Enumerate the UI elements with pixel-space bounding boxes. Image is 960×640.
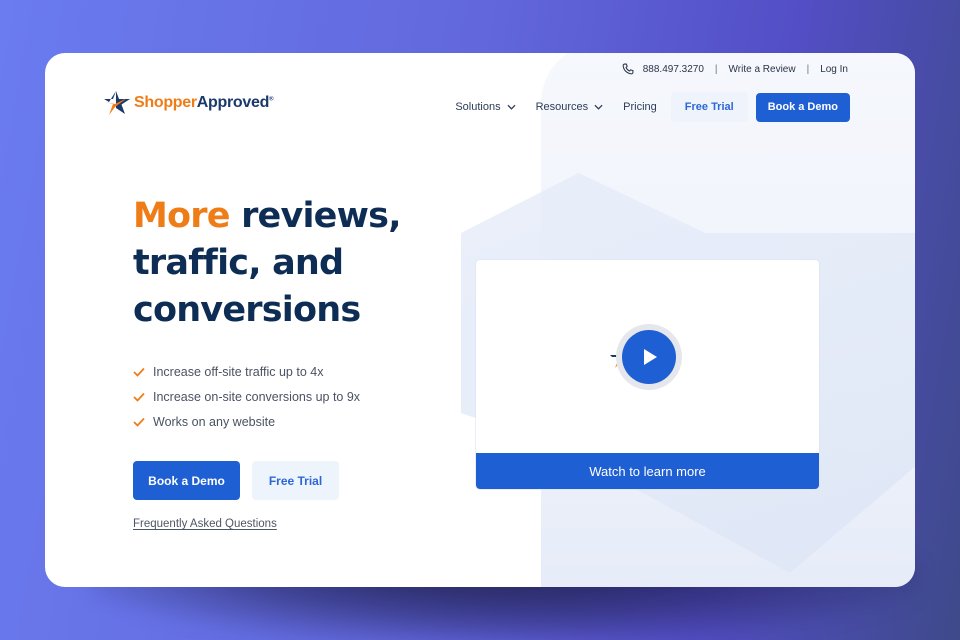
hero-heading-accent: More [133, 196, 230, 236]
chevron-down-icon [594, 104, 603, 110]
login-link[interactable]: Log In [820, 64, 848, 75]
nav-book-demo-button[interactable]: Book a Demo [755, 92, 850, 122]
play-icon [644, 349, 657, 365]
benefit-item: Increase on-site conversions up to 9x [133, 384, 360, 409]
faq-link[interactable]: Frequently Asked Questions [133, 518, 277, 530]
nav-solutions[interactable]: Solutions [455, 101, 516, 113]
phone-number[interactable]: 888.497.3270 [643, 64, 704, 75]
benefit-item: Increase off-site traffic up to 4x [133, 359, 360, 384]
check-icon [133, 367, 145, 377]
hero-heading-line3: conversions [133, 290, 361, 330]
nav-free-trial-button[interactable]: Free Trial [670, 92, 748, 122]
write-review-link[interactable]: Write a Review [729, 64, 796, 75]
hero-book-demo-button[interactable]: Book a Demo [133, 461, 240, 500]
logo[interactable]: ShopperApproved® [103, 90, 274, 116]
nav-resources-label: Resources [535, 101, 589, 113]
benefit-text: Increase off-site traffic up to 4x [153, 364, 324, 379]
separator: | [714, 63, 718, 75]
hero-heading-line2: traffic, and [133, 243, 344, 283]
video-player[interactable]: Watch to learn more [476, 260, 819, 489]
utility-bar: 888.497.3270 | Write a Review | Log In [621, 62, 848, 76]
hero-heading-line1: reviews, [229, 196, 401, 236]
nav-pricing-label: Pricing [623, 101, 657, 113]
nav-pricing[interactable]: Pricing [623, 101, 657, 113]
check-icon [133, 392, 145, 402]
hero-heading: More reviews, traffic, and conversions [133, 193, 453, 334]
logo-wordmark: ShopperApproved® [134, 94, 274, 112]
play-button-ring[interactable] [616, 324, 682, 390]
logo-shopper-text: Shopper [134, 94, 197, 111]
separator: | [806, 63, 810, 75]
watch-video-banner[interactable]: Watch to learn more [476, 453, 819, 489]
nav-solutions-label: Solutions [455, 101, 501, 113]
play-button[interactable] [622, 330, 676, 384]
benefit-text: Works on any website [153, 414, 276, 429]
logo-approved-text: Approved [196, 94, 270, 111]
nav-resources[interactable]: Resources [536, 101, 604, 113]
check-icon [133, 417, 145, 427]
chevron-down-icon [507, 104, 516, 110]
benefit-text: Increase on-site conversions up to 9x [153, 389, 361, 404]
hero-free-trial-button[interactable]: Free Trial [252, 461, 339, 500]
main-nav: Solutions Resources Pricing Free Trial B… [455, 92, 850, 122]
trademark-symbol: ® [269, 96, 274, 103]
browser-window: 888.497.3270 | Write a Review | Log In S… [45, 53, 915, 587]
star-logo-icon [104, 91, 130, 115]
benefit-item: Works on any website [133, 409, 360, 434]
benefits-list: Increase off-site traffic up to 4x Incre… [133, 359, 360, 434]
phone-icon [622, 63, 634, 75]
